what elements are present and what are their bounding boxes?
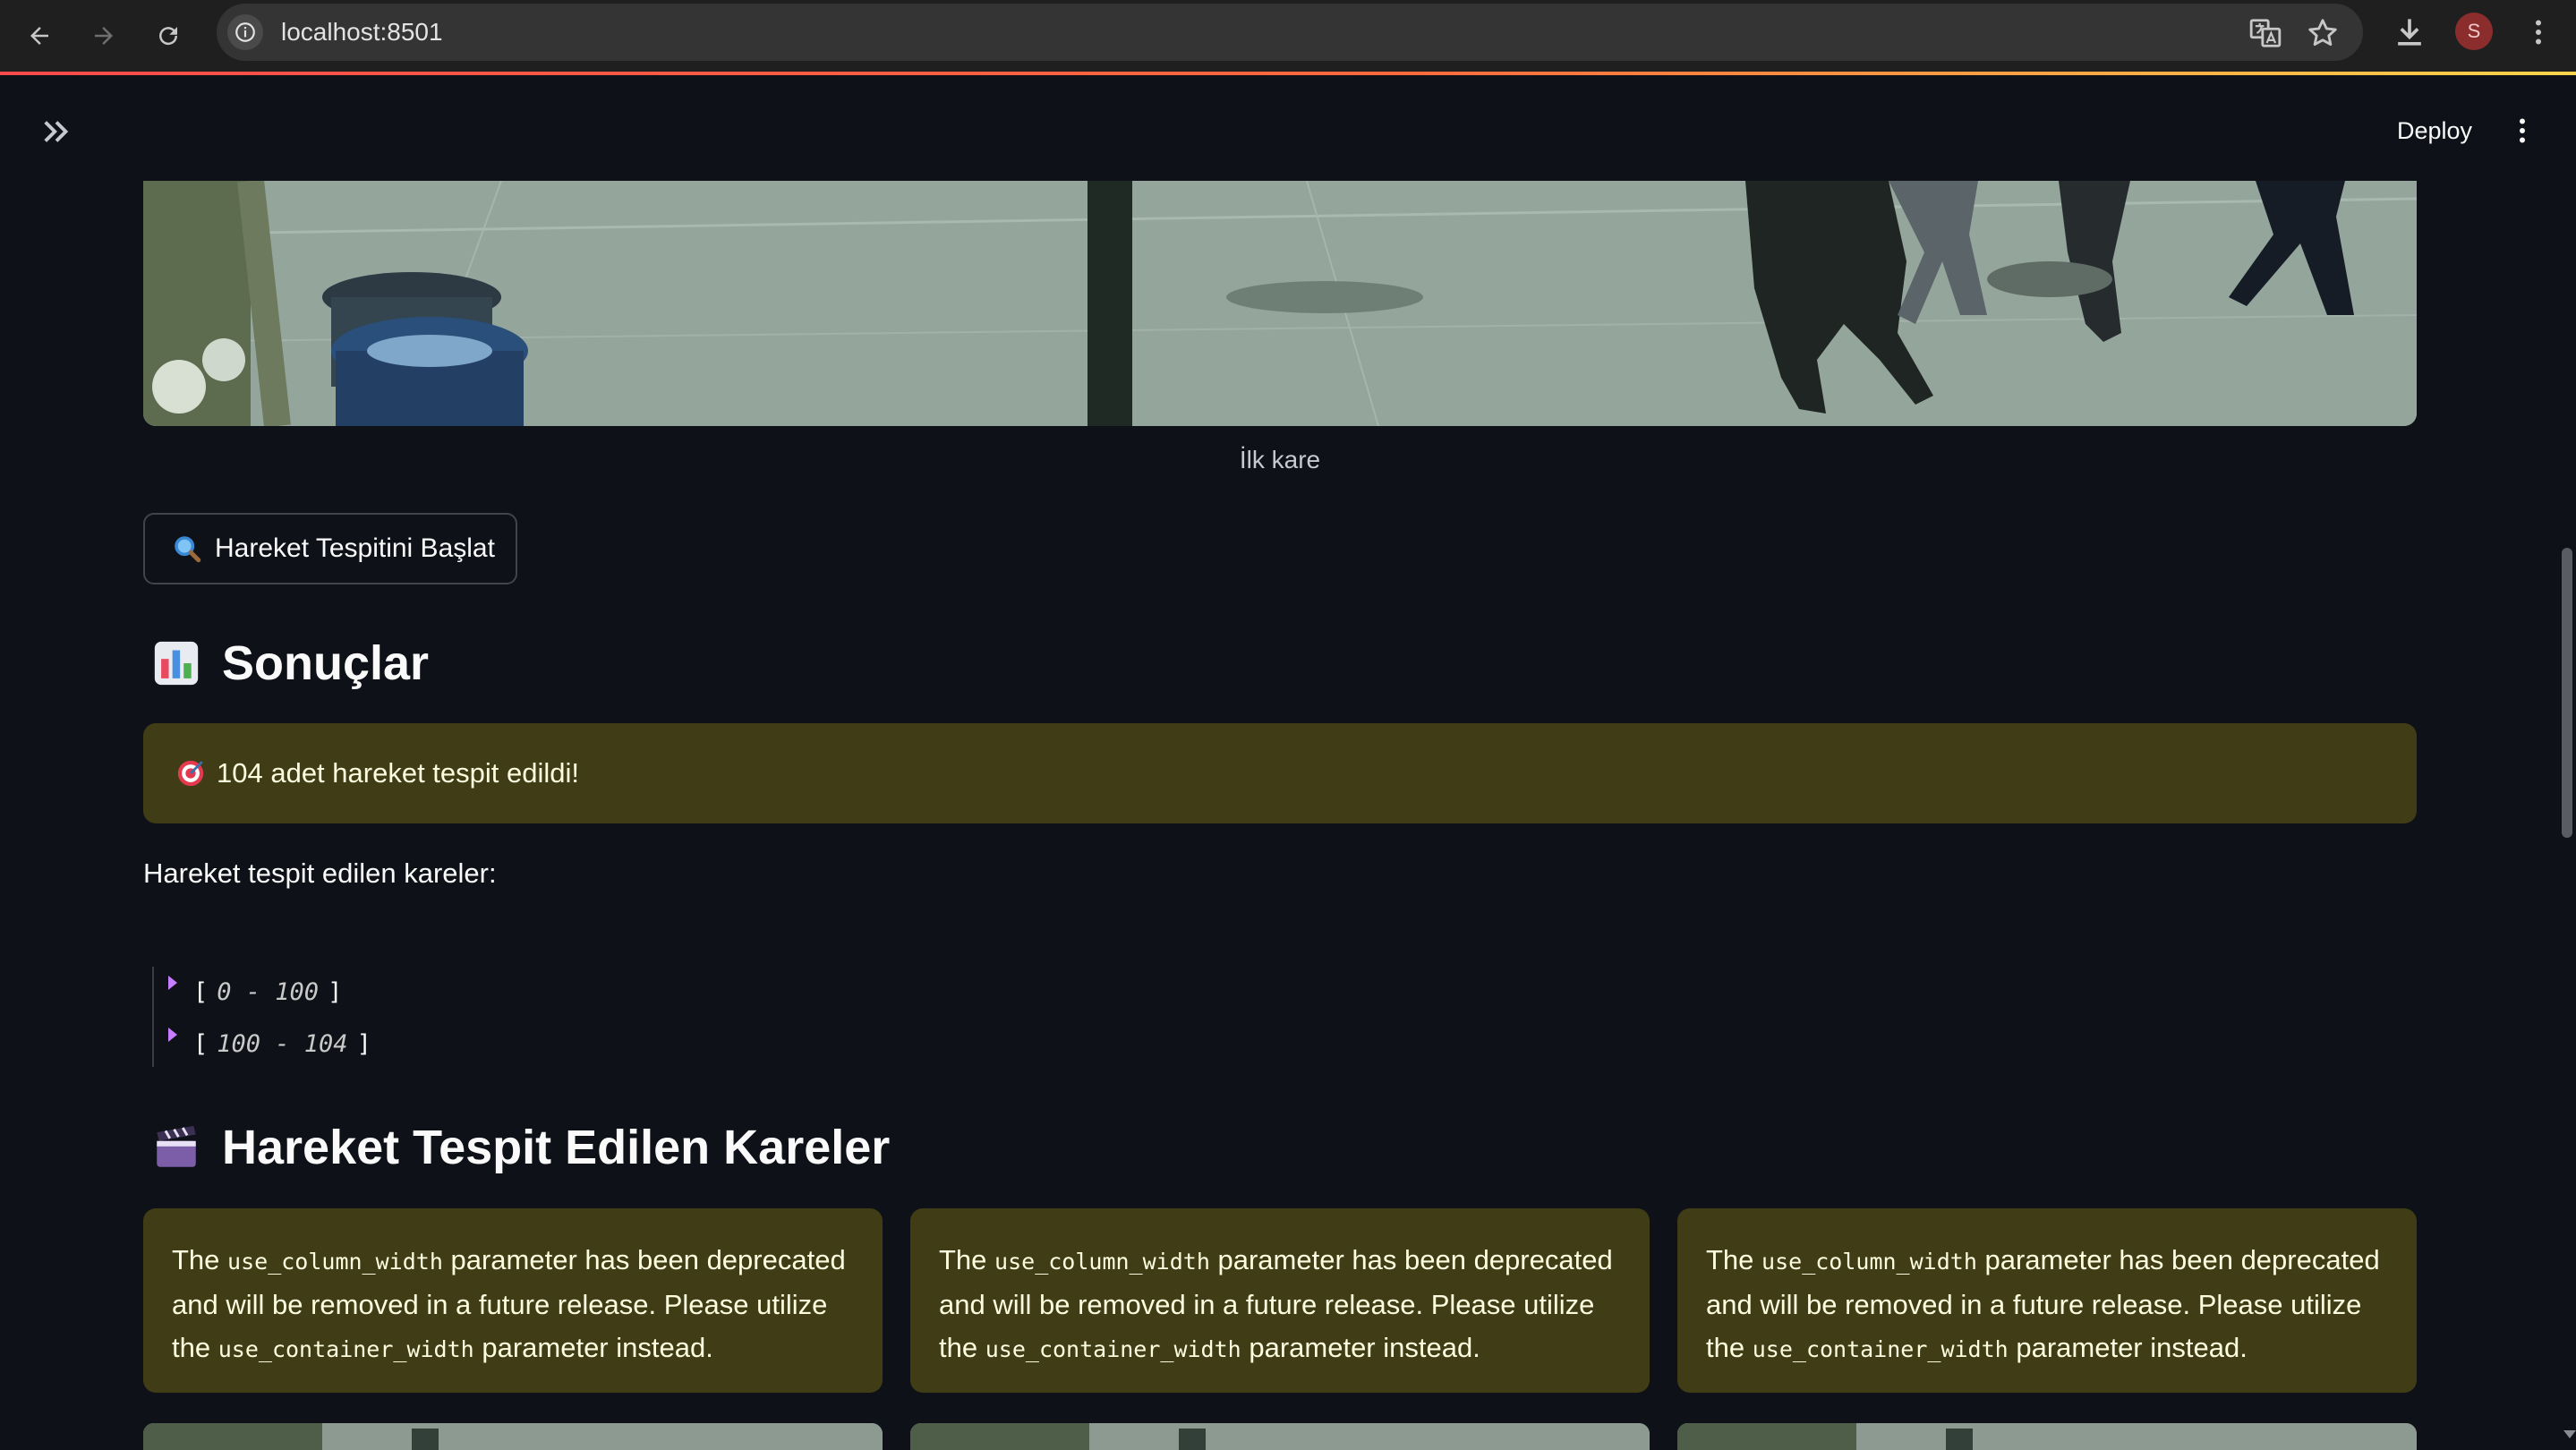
download-icon[interactable]	[2390, 13, 2429, 52]
back-button[interactable]	[14, 11, 64, 61]
alert-text: 104 adet hareket tespit edildi!	[217, 757, 579, 789]
browser-menu-icon[interactable]	[2522, 13, 2555, 52]
arrow-right-icon	[95, 27, 113, 45]
browser-toolbar: localhost:8501 S	[0, 0, 2576, 72]
expand-caret-icon[interactable]	[168, 976, 177, 990]
detected-frames-title: Hareket Tespit Edilen Kareler	[222, 1121, 891, 1174]
clapperboard-icon	[157, 1125, 196, 1167]
target-icon	[177, 760, 204, 787]
url-text: localhost:8501	[281, 18, 443, 46]
deprecation-warning: The use_column_width parameter has been …	[143, 1208, 883, 1393]
results-title: Sonuçlar	[222, 636, 430, 690]
start-detection-button[interactable]: Hareket Tespitini Başlat	[143, 513, 517, 584]
start-detection-label: Hareket Tespitini Başlat	[215, 533, 495, 563]
detection-count-alert: 104 adet hareket tespit edildi!	[143, 723, 2417, 823]
detected-frames-label: Hareket tespit edilen kareler:	[143, 857, 497, 889]
forward-button[interactable]	[79, 11, 129, 61]
deprecation-warning: The use_column_width parameter has been …	[1677, 1208, 2417, 1393]
arrow-left-icon	[30, 27, 48, 45]
json-range-row[interactable]: [ 0 - 100 ]	[168, 974, 342, 1010]
range-value: 0 - 100	[217, 977, 320, 1006]
range-value: 100 - 104	[217, 1029, 348, 1058]
expand-caret-icon[interactable]	[168, 1028, 177, 1042]
magnifier-icon	[175, 536, 201, 563]
translate-icon[interactable]	[2248, 16, 2282, 50]
site-info-icon[interactable]	[227, 14, 263, 50]
first-frame-image	[143, 181, 2417, 426]
json-range-row[interactable]: [ 100 - 104 ]	[168, 1026, 371, 1062]
app-header: Deploy	[0, 75, 2576, 181]
main-menu-icon[interactable]	[2506, 111, 2538, 150]
frame-thumbnail	[143, 1423, 883, 1450]
frame-thumbnail	[1677, 1423, 2417, 1450]
page-scrollbar[interactable]	[2562, 548, 2572, 838]
bar-chart-icon	[154, 641, 199, 686]
address-bar[interactable]: localhost:8501	[217, 4, 2363, 61]
json-viewer: [ 0 - 100 ] [ 100 - 104 ]	[152, 967, 421, 1067]
deploy-button[interactable]: Deploy	[2381, 111, 2488, 150]
bookmark-star-icon[interactable]	[2306, 16, 2340, 50]
detected-frames-heading: Hareket Tespit Edilen Kareler	[150, 1116, 890, 1179]
reload-button[interactable]	[143, 11, 193, 61]
scroll-down-arrow-icon[interactable]	[2563, 1430, 2576, 1438]
first-frame-caption: İlk kare	[1239, 446, 1321, 473]
frame-thumbnail	[910, 1423, 1650, 1450]
results-heading: Sonuçlar	[150, 632, 429, 695]
deprecation-warning: The use_column_width parameter has been …	[910, 1208, 1650, 1393]
expand-sidebar-icon[interactable]	[38, 113, 75, 150]
reload-icon	[159, 27, 178, 46]
profile-avatar[interactable]: S	[2455, 13, 2493, 50]
